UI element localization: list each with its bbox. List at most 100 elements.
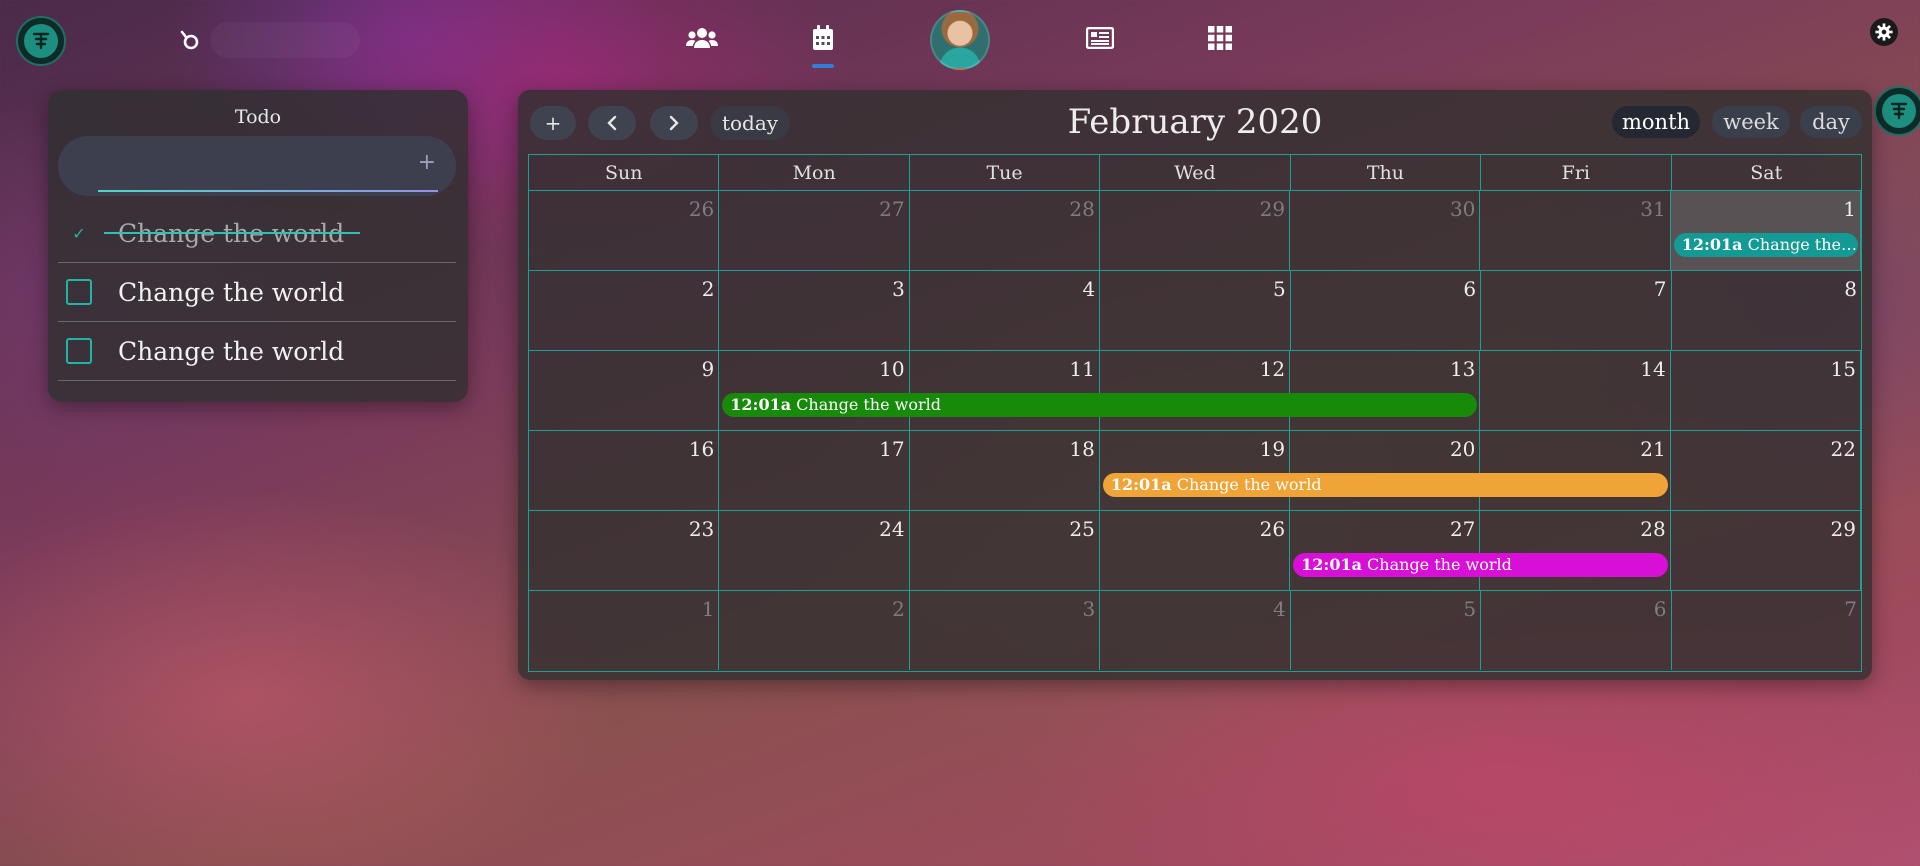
day-cell[interactable]: 6 (1291, 271, 1482, 350)
day-number[interactable]: 29 (1260, 197, 1285, 221)
day-number[interactable]: 22 (1831, 437, 1856, 461)
day-number[interactable]: 27 (1450, 517, 1475, 541)
day-number[interactable]: 4 (1273, 597, 1286, 621)
todo-add-button[interactable]: + (418, 150, 436, 175)
day-cell[interactable]: 27 (1290, 511, 1481, 590)
day-number[interactable]: 21 (1640, 437, 1665, 461)
day-cell[interactable]: 6 (1481, 591, 1672, 670)
day-number[interactable]: 9 (702, 357, 715, 381)
day-number[interactable]: 5 (1463, 597, 1476, 621)
day-cell[interactable]: 25 (910, 511, 1100, 590)
day-number[interactable]: 31 (1640, 197, 1665, 221)
day-cell[interactable]: 3 (719, 271, 910, 350)
todo-checkbox[interactable] (66, 279, 92, 305)
day-cell[interactable]: 11 (910, 351, 1100, 430)
day-cell[interactable]: 5 (1100, 271, 1291, 350)
calendar-event[interactable]: 12:01a Change the world (1102, 473, 1668, 497)
day-number[interactable]: 5 (1273, 277, 1286, 301)
search-field[interactable] (210, 22, 360, 58)
next-month-button[interactable] (650, 106, 698, 140)
day-number[interactable]: 6 (1463, 277, 1476, 301)
day-number[interactable]: 29 (1831, 517, 1856, 541)
side-logo[interactable] (1874, 86, 1920, 136)
day-number[interactable]: 10 (879, 357, 904, 381)
day-number[interactable]: 26 (1260, 517, 1285, 541)
day-number[interactable]: 3 (1083, 597, 1096, 621)
search-icon[interactable] (178, 28, 202, 52)
view-day-button[interactable]: day (1800, 106, 1862, 138)
users-icon[interactable] (684, 22, 720, 54)
day-number[interactable]: 18 (1069, 437, 1094, 461)
day-cell[interactable]: 14 (1480, 351, 1671, 430)
day-number[interactable]: 11 (1069, 357, 1094, 381)
day-cell[interactable]: 10 (719, 351, 910, 430)
day-cell[interactable]: 12 (1100, 351, 1291, 430)
day-number[interactable]: 28 (1069, 197, 1094, 221)
day-cell[interactable]: 9 (529, 351, 720, 430)
day-number[interactable]: 7 (1654, 277, 1667, 301)
calendar-event[interactable]: 12:01a Change the world (1293, 553, 1668, 577)
day-number[interactable]: 17 (879, 437, 904, 461)
day-cell[interactable]: 26 (529, 191, 720, 270)
checkmark-icon[interactable]: ✓ (66, 224, 92, 243)
day-cell[interactable]: 21 (1480, 431, 1671, 510)
day-number[interactable]: 1 (702, 597, 715, 621)
calendar-event[interactable]: 12:01a Change the w… (1673, 233, 1858, 257)
settings-gear-icon[interactable] (1870, 18, 1898, 46)
day-cell[interactable]: 13 (1290, 351, 1481, 430)
day-cell[interactable]: 28 (1480, 511, 1671, 590)
avatar[interactable] (930, 10, 990, 70)
todo-item[interactable]: Change the world (58, 322, 456, 381)
day-number[interactable]: 16 (689, 437, 714, 461)
day-number[interactable]: 3 (892, 277, 905, 301)
day-cell[interactable]: 20 (1290, 431, 1481, 510)
day-cell[interactable]: 1 (529, 591, 720, 670)
day-number[interactable]: 15 (1831, 357, 1856, 381)
day-cell[interactable]: 29 (1671, 511, 1861, 590)
day-cell[interactable]: 23 (529, 511, 720, 590)
add-event-button[interactable]: + (530, 106, 576, 140)
apps-grid-icon[interactable] (1202, 22, 1238, 54)
day-cell[interactable]: 7 (1481, 271, 1672, 350)
day-number[interactable]: 12 (1260, 357, 1285, 381)
day-cell[interactable]: 2 (719, 591, 910, 670)
todo-item[interactable]: Change the world (58, 263, 456, 322)
day-cell[interactable]: 3 (910, 591, 1101, 670)
todo-item[interactable]: ✓ Change the world (58, 204, 456, 263)
todo-checkbox[interactable] (66, 338, 92, 364)
day-cell[interactable]: 30 (1290, 191, 1481, 270)
day-cell[interactable]: 15 (1671, 351, 1861, 430)
day-number[interactable]: 19 (1260, 437, 1285, 461)
day-cell[interactable]: 29 (1100, 191, 1291, 270)
day-cell[interactable]: 26 (1100, 511, 1291, 590)
day-number[interactable]: 6 (1654, 597, 1667, 621)
day-cell[interactable]: 1 (1670, 191, 1861, 270)
view-week-button[interactable]: week (1712, 106, 1790, 138)
prev-month-button[interactable] (588, 106, 636, 140)
day-number[interactable]: 8 (1844, 277, 1857, 301)
day-number[interactable]: 7 (1844, 597, 1857, 621)
day-number[interactable]: 26 (689, 197, 714, 221)
day-number[interactable]: 28 (1640, 517, 1665, 541)
day-number[interactable]: 20 (1450, 437, 1475, 461)
day-cell[interactable]: 24 (719, 511, 910, 590)
day-number[interactable]: 13 (1450, 357, 1475, 381)
news-icon[interactable] (1082, 22, 1118, 54)
day-cell[interactable]: 22 (1671, 431, 1861, 510)
todo-input[interactable] (86, 148, 406, 178)
day-cell[interactable]: 8 (1672, 271, 1861, 350)
day-number[interactable]: 24 (879, 517, 904, 541)
day-number[interactable]: 1 (1843, 197, 1856, 221)
day-cell[interactable]: 31 (1480, 191, 1671, 270)
day-number[interactable]: 25 (1069, 517, 1094, 541)
view-month-button[interactable]: month (1612, 106, 1700, 138)
day-number[interactable]: 14 (1640, 357, 1665, 381)
day-number[interactable]: 4 (1083, 277, 1096, 301)
day-cell[interactable]: 2 (529, 271, 720, 350)
day-cell[interactable]: 5 (1291, 591, 1482, 670)
day-number[interactable]: 27 (879, 197, 904, 221)
day-number[interactable]: 23 (689, 517, 714, 541)
day-cell[interactable]: 4 (910, 271, 1101, 350)
day-cell[interactable]: 16 (529, 431, 720, 510)
calendar-event[interactable]: 12:01a Change the world (722, 393, 1478, 417)
